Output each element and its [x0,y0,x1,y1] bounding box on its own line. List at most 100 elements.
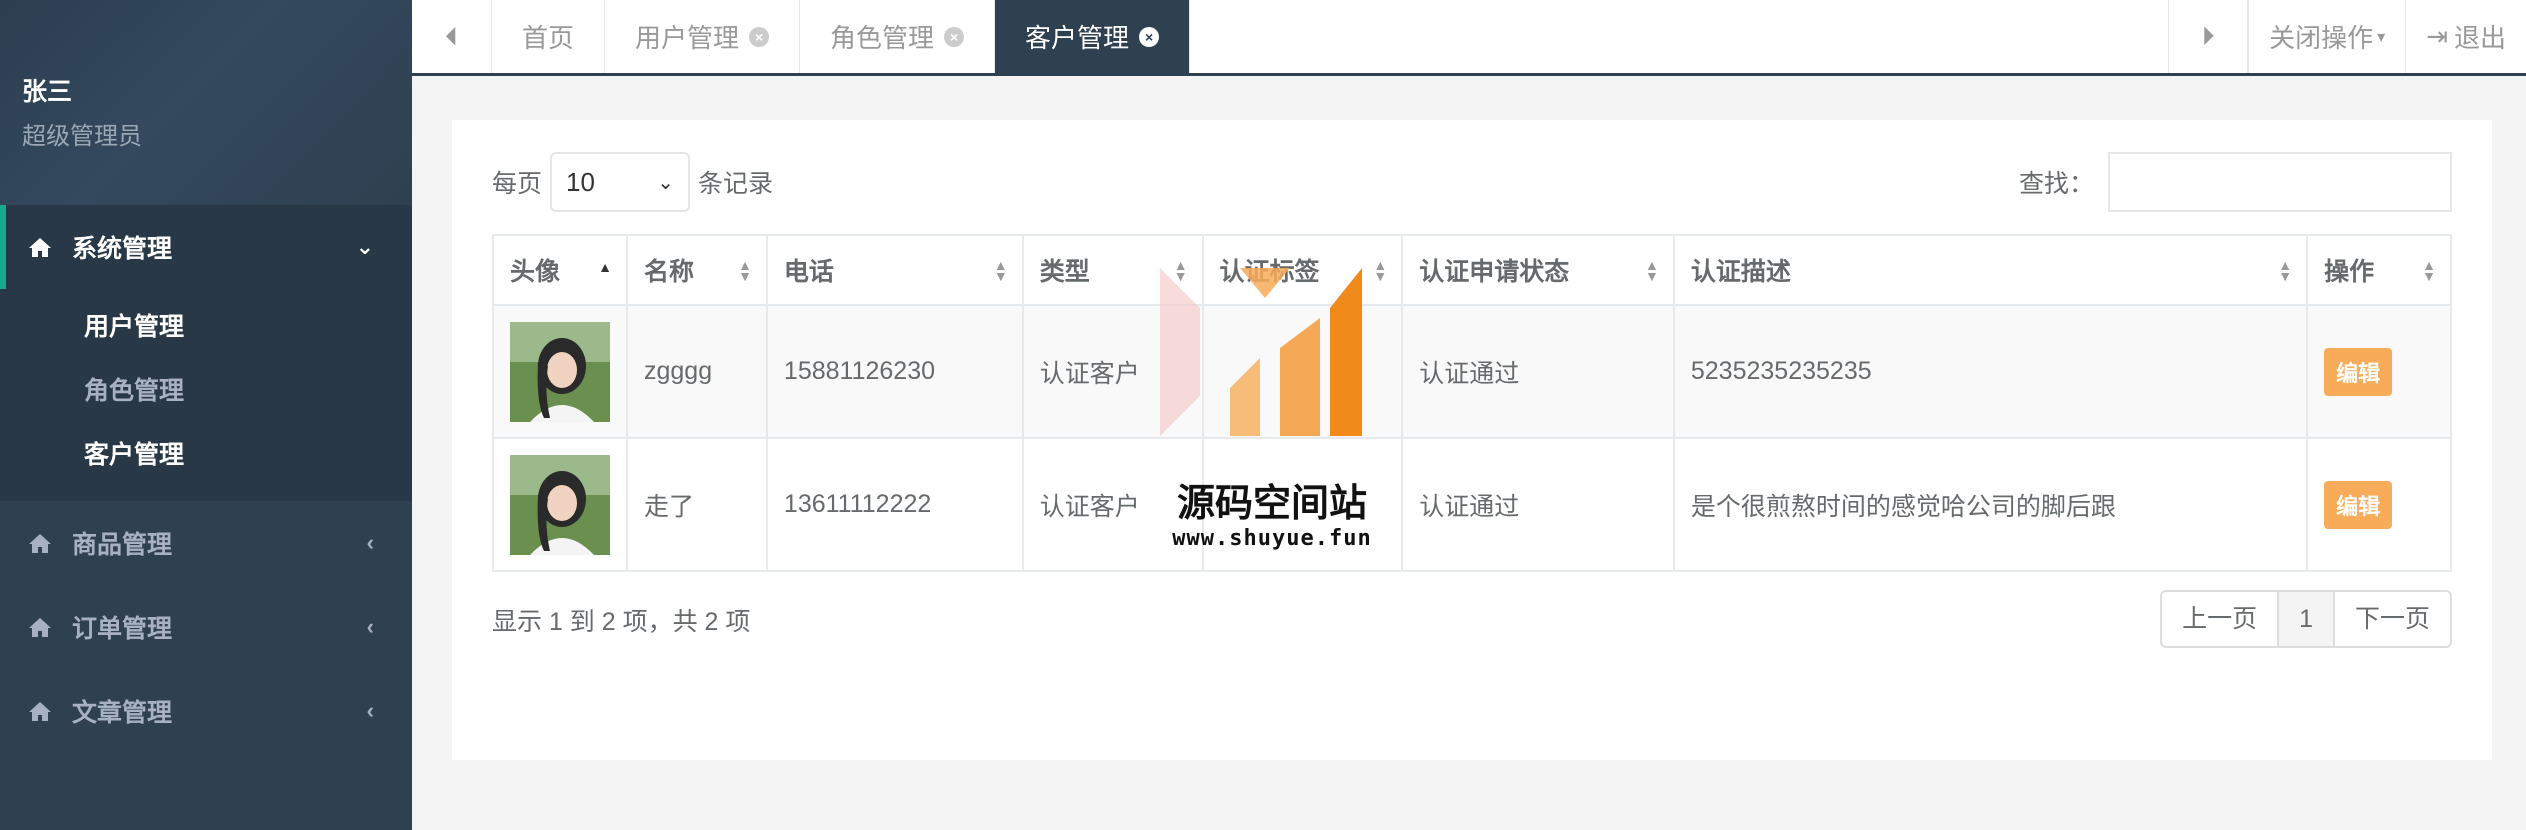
menu-system[interactable]: 系统管理 ⌄ [0,205,412,289]
menu-group-system: 系统管理 ⌄ 用户管理 角色管理 客户管理 [0,205,412,501]
col-desc[interactable]: 认证描述 ▲ ▼ [1672,234,2309,306]
double-chevron-left-icon: ⏴ [444,20,458,51]
sort-icon: ▲ ▼ [2278,257,2293,284]
menu-products[interactable]: 商品管理 ‹ [0,501,412,585]
menu-group-products: 商品管理 ‹ [0,501,412,585]
menu-articles[interactable]: 文章管理 ‹ [0,669,412,753]
chevron-left-icon: ‹ [366,698,374,723]
page-size-value: 10 [566,166,595,197]
pagination: 上一页 1 下一页 [2160,590,2452,648]
avatar-cell [492,437,628,572]
sidebar: 张三 超级管理员 系统管理 ⌄ 用户管理 角色管理 客户管理 商品管理 ‹ 订单… [0,0,412,830]
cell-type: 认证客户 [1021,437,1204,572]
prev-page-button[interactable]: 上一页 [2162,592,2280,646]
page-size-control: 每页 10 ⌄ 条记录 [492,152,773,212]
table-row: zgggg 15881126230 认证客户 认证通过 523523523523… [492,304,2452,439]
tab-roles[interactable]: 角色管理 × [800,0,996,73]
cell-type: 认证客户 [1021,304,1204,439]
home-icon [29,534,51,553]
logout-label: 退出 [2453,23,2506,53]
menu-products-label: 商品管理 [72,531,173,559]
cell-desc: 是个很煎熬时间的感觉哈公司的脚后跟 [1672,437,2309,572]
col-status[interactable]: 认证申请状态 ▲ ▼ [1401,234,1675,306]
cell-name: zgggg [626,304,768,439]
cell-phone: 15881126230 [765,304,1024,439]
double-chevron-right-icon: ⏵ [2201,20,2215,51]
user-profile: 张三 超级管理员 [0,0,412,205]
menu-group-articles: 文章管理 ‹ [0,669,412,753]
menu-group-orders: 订单管理 ‹ [0,585,412,669]
home-icon [29,618,51,637]
home-icon [29,238,51,257]
col-phone[interactable]: 电话 ▲ ▼ [765,234,1024,306]
col-type-label: 类型 [1039,258,1090,286]
menu-orders-label: 订单管理 [72,615,173,643]
tab-customers[interactable]: 客户管理 × [995,0,1191,73]
avatar [510,321,610,422]
tab-bar: ⏴ 首页 用户管理 × 角色管理 × 客户管理 × ⏵ 关闭操作 ▾ ⇥ 退出 [412,0,2526,76]
sort-icon: ▲ ▼ [738,257,752,284]
search-control: 查找： [2019,152,2452,212]
cell-phone: 13611112222 [765,437,1024,572]
col-tag[interactable]: 认证标签 ▲ ▼ [1201,234,1404,306]
col-type[interactable]: 类型 ▲ ▼ [1021,234,1204,306]
cell-action: 编辑 [2306,304,2452,439]
col-action-label: 操作 [2324,258,2375,286]
chevron-left-icon: ‹ [366,530,374,555]
cell-action: 编辑 [2306,437,2452,572]
close-icon[interactable]: × [1139,26,1160,47]
search-input[interactable] [2108,152,2452,212]
col-name-label: 名称 [644,258,695,286]
sidebar-item-customers[interactable]: 客户管理 [0,423,412,487]
close-icon[interactable]: × [944,26,965,47]
avatar [510,454,610,555]
tab-home[interactable]: 首页 [492,0,606,73]
col-status-label: 认证申请状态 [1419,258,1570,286]
tab-scroll-right-button[interactable]: ⏵ [2168,0,2249,73]
pagination-info: 显示 1 到 2 项，共 2 项 [492,608,751,636]
sidebar-item-roles[interactable]: 角色管理 [0,359,412,423]
table-row: 走了 13611112222 认证客户 认证通过 是个很煎熬时间的感觉哈公司的脚… [492,437,2452,572]
sort-icon: ▲ ▼ [2422,257,2436,284]
search-label: 查找： [2018,170,2094,198]
home-icon [29,702,51,721]
close-ops-label: 关闭操作 [2269,23,2374,53]
col-tag-label: 认证标签 [1219,258,1320,286]
cell-tag [1201,304,1404,439]
menu-orders[interactable]: 订单管理 ‹ [0,585,412,669]
tab-home-label: 首页 [522,23,575,53]
chevron-left-icon: ‹ [366,614,374,639]
submenu-system: 用户管理 角色管理 客户管理 [0,289,412,501]
close-icon[interactable]: × [749,26,770,47]
page-size-select[interactable]: 10 ⌄ [550,152,691,212]
col-action[interactable]: 操作 ▲ ▼ [2306,234,2452,306]
cell-status: 认证通过 [1401,304,1675,439]
edit-button[interactable]: 编辑 [2324,347,2393,396]
user-name[interactable]: 张三 [22,72,412,108]
logout-icon: ⇥ [2426,21,2448,51]
sort-icon: ▲ ▼ [1645,257,1659,284]
chevron-down-icon: ⌄ [355,234,374,259]
sort-icon: ▲ ▼ [1373,257,1388,284]
tab-spacer [1190,0,2168,73]
sidebar-item-users[interactable]: 用户管理 [0,295,412,359]
col-name[interactable]: 名称 ▲ ▼ [626,234,768,306]
tab-users-label: 用户管理 [635,23,740,53]
col-desc-label: 认证描述 [1690,258,1791,286]
menu-system-label: 系统管理 [72,235,173,263]
col-phone-label: 电话 [783,258,834,286]
tab-scroll-left-button[interactable]: ⏴ [412,0,492,73]
col-avatar[interactable]: 头像 ▲ [492,234,628,306]
avatar-cell [492,304,628,439]
chevron-down-icon: ⌄ [657,171,675,194]
tab-customers-label: 客户管理 [1025,23,1130,53]
sort-asc-icon: ▲ [598,259,612,275]
per-page-suffix: 条记录 [698,170,774,198]
logout-button[interactable]: ⇥ 退出 [2405,0,2526,73]
page-1-button[interactable]: 1 [2279,592,2335,646]
tab-users[interactable]: 用户管理 × [605,0,801,73]
next-page-button[interactable]: 下一页 [2335,592,2450,646]
edit-button[interactable]: 编辑 [2324,480,2393,529]
close-ops-dropdown[interactable]: 关闭操作 ▾ [2248,0,2405,73]
sort-icon: ▲ ▼ [1173,257,1188,284]
